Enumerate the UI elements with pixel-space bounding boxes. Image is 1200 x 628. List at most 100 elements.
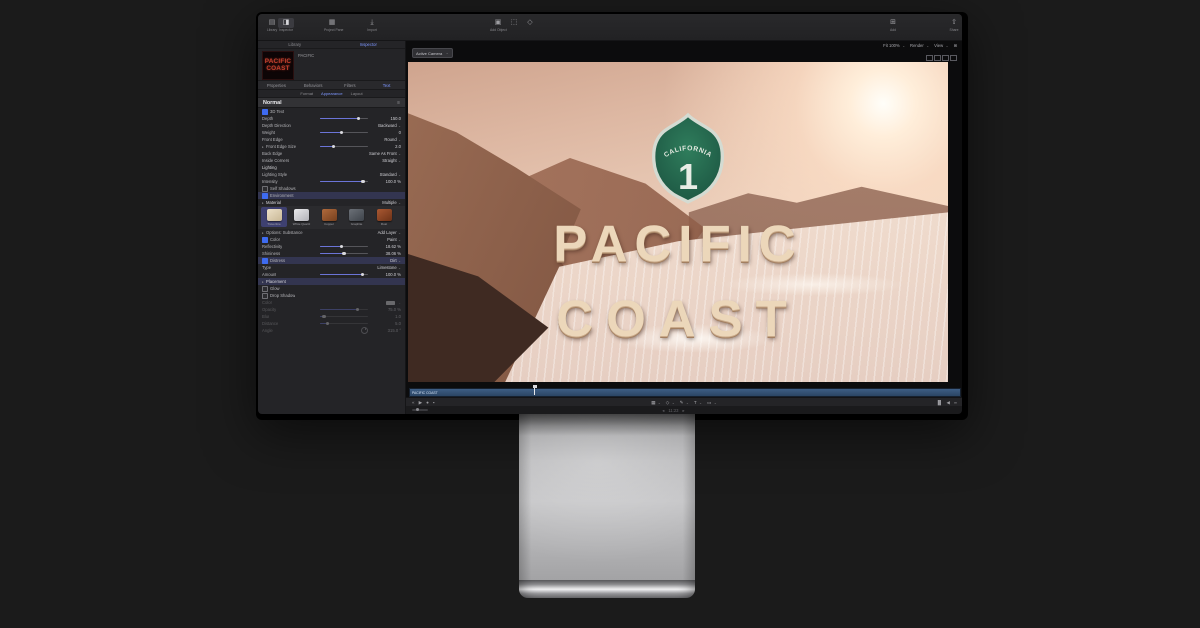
inspector-row-opacity[interactable]: Opacity75.0 % (258, 306, 405, 313)
inspector-row-weight[interactable]: Weight0 (258, 129, 405, 136)
screen: ▤Library◨Inspector▦Project Pane⤓Import▣A… (258, 14, 962, 414)
pause-icon[interactable]: ▐▌ (936, 400, 942, 406)
text-tool-icon[interactable]: T⌄ (694, 400, 702, 406)
subtab-layout[interactable]: Layout (351, 91, 363, 96)
grid-icon[interactable]: ⊞ (953, 43, 957, 48)
canvas-view-controls: Fit 100%⌄ Render⌄ View⌄ ⊞ (883, 43, 957, 48)
monitor-stand-foot (519, 580, 695, 598)
inspector-row-distance[interactable]: Distance5.0 (258, 320, 405, 327)
timeline-zoom-slider[interactable] (412, 409, 428, 412)
transform-tool-icon[interactable]: ▦⌄ (651, 400, 661, 406)
go-to-start-icon[interactable]: « (412, 400, 415, 406)
add-object-button[interactable]: ▣Add Object (490, 18, 506, 32)
timecode-group: ◂ 11:23 ▸ (662, 408, 684, 413)
toolbar-share[interactable]: ⇧Share (946, 18, 962, 32)
inspector-row-shininess[interactable]: Shininess38.06 % (258, 250, 405, 257)
material-travertine[interactable]: Travertine (261, 207, 287, 227)
blend-mode-header[interactable]: Normal ≡ (258, 98, 405, 108)
toolbar-import[interactable]: ⤓Import (364, 18, 380, 32)
california-route-shield: CALIFORNIA 1 (649, 112, 727, 204)
material-copper[interactable]: Copper (316, 207, 342, 227)
inspector-row-intensity[interactable]: Intensity100.0 % (258, 178, 405, 185)
toolbar-inspector[interactable]: ◨Inspector (278, 18, 294, 32)
inspector-row-drop-shadow[interactable]: Drop Shadow (258, 292, 405, 299)
inspector-row-blur[interactable]: Blur1.0 (258, 313, 405, 320)
inspector-row-self-shadows[interactable]: Self Shadows (258, 185, 405, 192)
view-control-view[interactable]: View⌄ (934, 43, 948, 48)
inspector-row-inside-corners[interactable]: Inside CornersStraight⌄ (258, 157, 405, 164)
toolbar-project-pane-icon: ▦ (324, 18, 340, 28)
inspector-row-angle[interactable]: Angle315.0 ° (258, 327, 405, 334)
tab-filters[interactable]: Filters (332, 83, 369, 88)
camera-button-icon: ⬚ (506, 18, 522, 28)
toolbar-project-pane[interactable]: ▦Project Pane (324, 18, 340, 32)
scrub-fwd-icon[interactable]: ▸ (683, 408, 685, 413)
inspector-row-options-substance[interactable]: ▸Options: SubstanceAdd Layer⌄ (258, 229, 405, 236)
camera-popup-label: Active Camera (416, 51, 442, 56)
record-icon[interactable]: ● (426, 400, 429, 406)
inspector-row-back-edge[interactable]: Back EdgeSame As Front⌄ (258, 150, 405, 157)
inspector-row-environment[interactable]: Environment (258, 192, 405, 199)
marker-button[interactable]: ◇ (522, 18, 538, 28)
inspector-row-color[interactable]: Color⌄ (258, 299, 405, 306)
status-bar: ◂ 11:23 ▸ (406, 406, 962, 414)
toolbar-add[interactable]: ⊞Add (885, 18, 901, 32)
scrub-back-icon[interactable]: ◂ (662, 408, 664, 413)
title-line2[interactable]: COAST (408, 289, 948, 348)
inspector-row-front-edge-size[interactable]: ▸Front Edge Size2.0 (258, 143, 405, 150)
tab-behaviors[interactable]: Behaviors (295, 83, 332, 88)
inspector-row-lighting-style[interactable]: Lighting StyleStandard⌄ (258, 171, 405, 178)
view-control-fit-100%[interactable]: Fit 100%⌄ (883, 43, 905, 48)
inspector-row-distress[interactable]: DistressDirt⌄ (258, 257, 405, 264)
camera-popup[interactable]: Active Camera ⌄ (412, 48, 453, 58)
rect-tool-icon[interactable]: ▭⌄ (707, 400, 717, 406)
toolbar-import-icon: ⤓ (364, 18, 380, 28)
tab-properties[interactable]: Properties (258, 83, 295, 88)
material-header-row[interactable]: ▸MaterialMultiple⌄ (258, 199, 405, 206)
subtab-format[interactable]: Format (300, 91, 313, 96)
inspector-rows: 3D TextDepth150.0Depth DirectionBackward… (258, 108, 405, 334)
camera-button[interactable]: ⬚ (506, 18, 522, 28)
title-line1[interactable]: PACIFIC (408, 214, 948, 273)
inspector-row-color[interactable]: ColorPaint⌄ (258, 236, 405, 243)
material-graphite[interactable]: Graphite (344, 207, 370, 227)
view-control-render[interactable]: Render⌄ (910, 43, 929, 48)
project-preview: PACIFIC COAST PACIFIC (258, 49, 405, 81)
view-layout-buttons[interactable] (926, 55, 957, 61)
mini-timeline[interactable]: PACIFIC COAST (409, 388, 961, 397)
hamburger-icon[interactable]: ≡ (397, 100, 400, 106)
project-thumbnail[interactable]: PACIFIC COAST (262, 51, 294, 80)
material-white-quartz[interactable]: White Quartz (289, 207, 315, 227)
toolbar-share-icon: ⇧ (946, 18, 962, 28)
marker-button-icon: ◇ (522, 18, 538, 28)
pane-tab-inspector[interactable]: Inspector (332, 42, 406, 47)
step-back-icon[interactable]: ◀ (946, 400, 949, 406)
subtab-appearance[interactable]: Appearance (321, 91, 343, 96)
inspector-row-reflectivity[interactable]: Reflectivity18.62 % (258, 243, 405, 250)
pane-header: LibraryInspector (258, 41, 405, 49)
pane-tab-library[interactable]: Library (258, 42, 332, 47)
inspector-subtabs: Format Appearance Layout (258, 90, 405, 98)
playhead[interactable] (534, 385, 535, 395)
tab-text[interactable]: Text (368, 83, 405, 88)
loop-icon[interactable]: ∞ (954, 400, 957, 406)
add-object-button-icon: ▣ (490, 18, 506, 28)
inspector-row-3d-text[interactable]: 3D Text (258, 108, 405, 115)
play-icon[interactable]: ▶ (419, 400, 423, 406)
inspector-row-lighting: Lighting (258, 164, 405, 171)
shape-tool-icon[interactable]: ◇⌄ (666, 400, 675, 406)
transport-left: « ▶● ▪ (406, 400, 435, 406)
monitor-stand (519, 414, 695, 582)
inspector-row-front-edge[interactable]: Front EdgeRound⌄ (258, 136, 405, 143)
inspector-row-depth-direction[interactable]: Depth DirectionBackward⌄ (258, 122, 405, 129)
thumb-line2: COAST (266, 66, 289, 73)
layer-popup-icon[interactable]: ▪ (433, 400, 435, 406)
material-rust[interactable]: Rust (371, 207, 397, 227)
inspector-row-type[interactable]: TypeLimestone⌄ (258, 264, 405, 271)
bezier-tool-icon[interactable]: ✎⌄ (680, 400, 689, 406)
canvas-image[interactable]: CALIFORNIA 1 PACIFIC COAST (408, 62, 948, 382)
inspector-row-glow[interactable]: Glow (258, 285, 405, 292)
chevron-down-icon: ⌄ (446, 51, 449, 55)
inspector-row-depth[interactable]: Depth150.0 (258, 115, 405, 122)
inspector-row-amount[interactable]: Amount100.0 % (258, 271, 405, 278)
